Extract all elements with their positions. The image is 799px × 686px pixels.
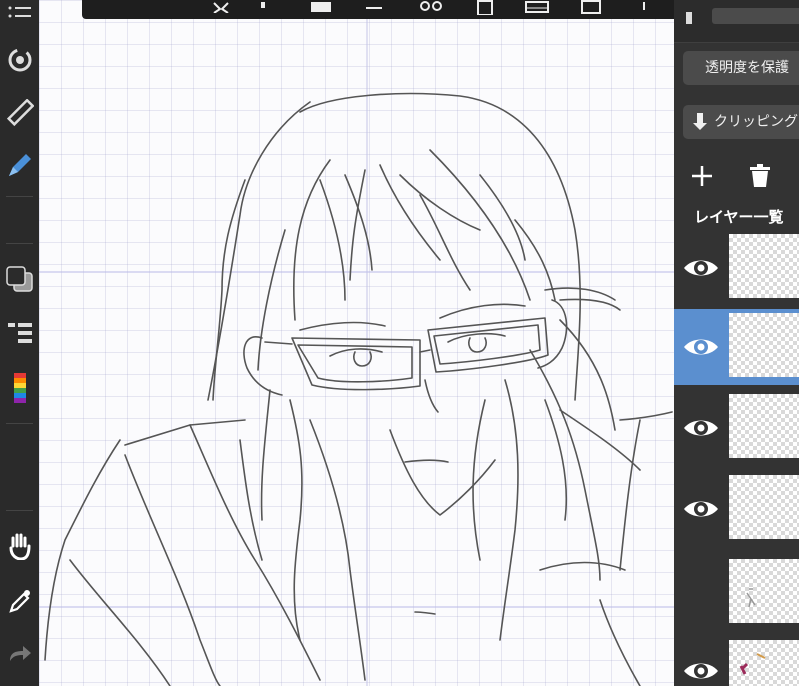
add-layer-button[interactable] [690,164,714,188]
menu-icon[interactable] [0,0,39,22]
protect-alpha-label: 透明度を保護 [705,60,789,76]
left-toolbar [0,0,39,686]
drawing-canvas[interactable] [39,0,674,686]
clipping-arrow-icon [693,113,707,130]
dot-icon[interactable] [254,0,272,14]
redo-icon[interactable] [0,636,39,672]
hand-icon[interactable] [0,528,39,564]
rect-select-icon[interactable] [362,0,386,14]
layer-thumbnail-sketch [746,588,756,608]
layer-row[interactable] [674,636,799,686]
layer-row[interactable] [674,390,799,466]
brush-size-control[interactable] [712,8,799,24]
layer-row[interactable] [674,230,799,306]
plus-icon[interactable] [635,0,653,14]
layer-row-selected[interactable] [674,309,799,385]
panel-top-strip [674,0,799,43]
layer-thumbnail[interactable] [729,394,799,458]
delete-layer-button[interactable] [749,164,771,188]
pen-icon[interactable] [0,146,39,182]
eye-icon[interactable] [674,309,727,385]
top-toolbar [82,0,677,19]
trash-icon [750,164,770,187]
eyedropper-icon[interactable] [0,583,39,619]
frame-icon[interactable] [577,0,605,14]
layers-heading: レイヤー一覧 [694,208,784,226]
layer-thumbnail[interactable] [729,640,799,686]
layer-panel: 透明度を保護 クリッピング レイヤー一覧 [674,0,799,686]
layer-row[interactable] [674,555,799,631]
layer-thumbnail-sketch [739,653,766,675]
fill-icon[interactable] [307,0,335,14]
layer-thumbnail[interactable] [729,475,799,539]
color-swatch-icon[interactable] [0,262,39,298]
eye-icon[interactable] [674,636,727,686]
layer-thumbnail[interactable] [729,313,799,377]
eye-icon[interactable] [674,471,727,547]
layer-thumbnail[interactable] [729,234,799,298]
transform-rotate-icon[interactable] [0,42,39,78]
ruler-icon[interactable] [0,95,39,131]
grid-icon[interactable] [522,0,552,14]
transform-icon[interactable] [207,0,235,14]
cut-icon[interactable] [417,0,445,14]
plus-icon [692,166,712,186]
eye-icon[interactable] [674,230,727,306]
layer-thumbnail[interactable] [729,559,799,623]
layer-row[interactable] [674,471,799,547]
lock-icon [686,12,692,24]
color-palette-icon[interactable] [0,370,39,406]
eye-icon[interactable] [674,390,727,466]
protect-alpha-button[interactable]: 透明度を保護 [683,51,799,85]
line-art-sketch [39,0,674,686]
copy-icon[interactable] [470,0,498,15]
layer-list-icon[interactable] [0,315,39,351]
clipping-button[interactable]: クリッピング [683,105,799,139]
